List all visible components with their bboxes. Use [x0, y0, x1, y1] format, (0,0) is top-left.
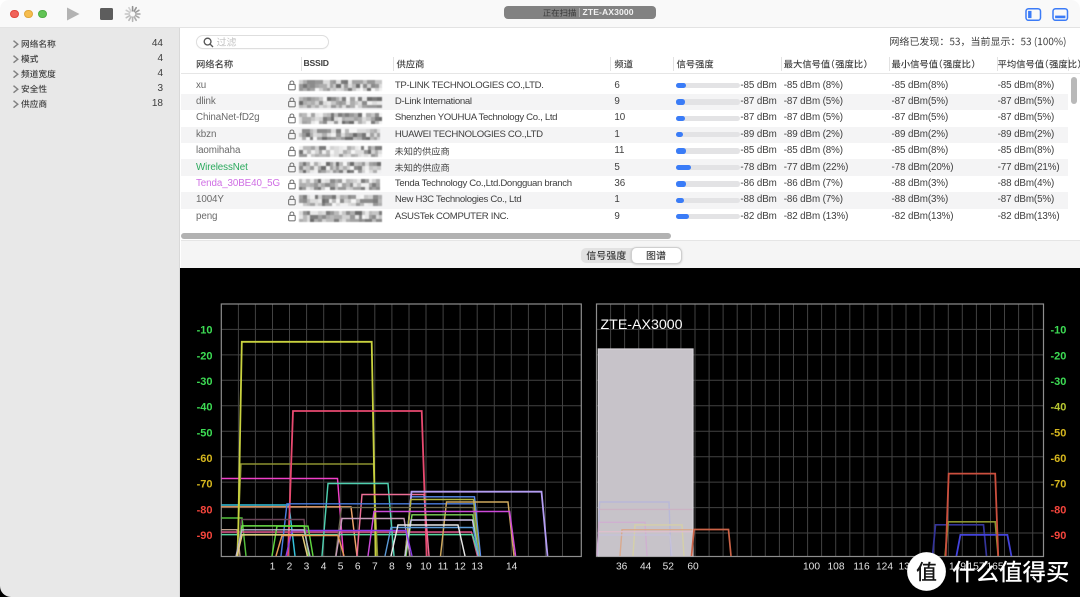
svg-text:ZTE-AX3000: ZTE-AX3000: [601, 317, 683, 333]
svg-text:108: 108: [828, 561, 845, 572]
svg-text:149: 149: [949, 561, 966, 572]
svg-text:52: 52: [663, 561, 675, 572]
svg-text:-20: -20: [197, 350, 213, 362]
svg-text:-80: -80: [197, 504, 213, 516]
svg-text:116: 116: [853, 561, 870, 572]
svg-text:-60: -60: [1051, 452, 1067, 464]
svg-text:3: 3: [304, 561, 310, 572]
svg-text:9: 9: [406, 561, 412, 572]
svg-text:6: 6: [355, 561, 361, 572]
svg-text:-10: -10: [1051, 324, 1067, 336]
svg-text:-90: -90: [1051, 529, 1067, 541]
svg-text:14: 14: [506, 561, 518, 572]
svg-text:-30: -30: [197, 376, 213, 388]
svg-text:-90: -90: [197, 529, 213, 541]
svg-text:-60: -60: [197, 452, 213, 464]
svg-text:-20: -20: [1051, 350, 1067, 362]
svg-text:60: 60: [687, 561, 699, 572]
svg-text:2: 2: [287, 561, 293, 572]
svg-text:8: 8: [389, 561, 395, 572]
svg-text:36: 36: [616, 561, 628, 572]
svg-text:-50: -50: [1051, 427, 1067, 439]
svg-text:10: 10: [420, 561, 432, 572]
svg-text:-10: -10: [197, 324, 213, 336]
svg-text:-50: -50: [197, 427, 213, 439]
svg-text:-30: -30: [1051, 376, 1067, 388]
svg-text:13: 13: [471, 561, 483, 572]
svg-text:165: 165: [987, 561, 1004, 572]
svg-text:-40: -40: [197, 401, 213, 413]
svg-text:-70: -70: [197, 478, 213, 490]
svg-text:4: 4: [321, 561, 327, 572]
svg-text:12: 12: [454, 561, 466, 572]
svg-text:1: 1: [270, 561, 276, 572]
svg-text:100: 100: [803, 561, 820, 572]
svg-text:11: 11: [438, 561, 449, 572]
svg-text:-40: -40: [1051, 401, 1067, 413]
svg-text:-80: -80: [1051, 504, 1067, 516]
svg-text:7: 7: [372, 561, 378, 572]
svg-text:157: 157: [968, 561, 985, 572]
svg-text:44: 44: [640, 561, 652, 572]
svg-text:5: 5: [338, 561, 344, 572]
svg-text:-70: -70: [1051, 478, 1067, 490]
svg-text:124: 124: [876, 561, 893, 572]
